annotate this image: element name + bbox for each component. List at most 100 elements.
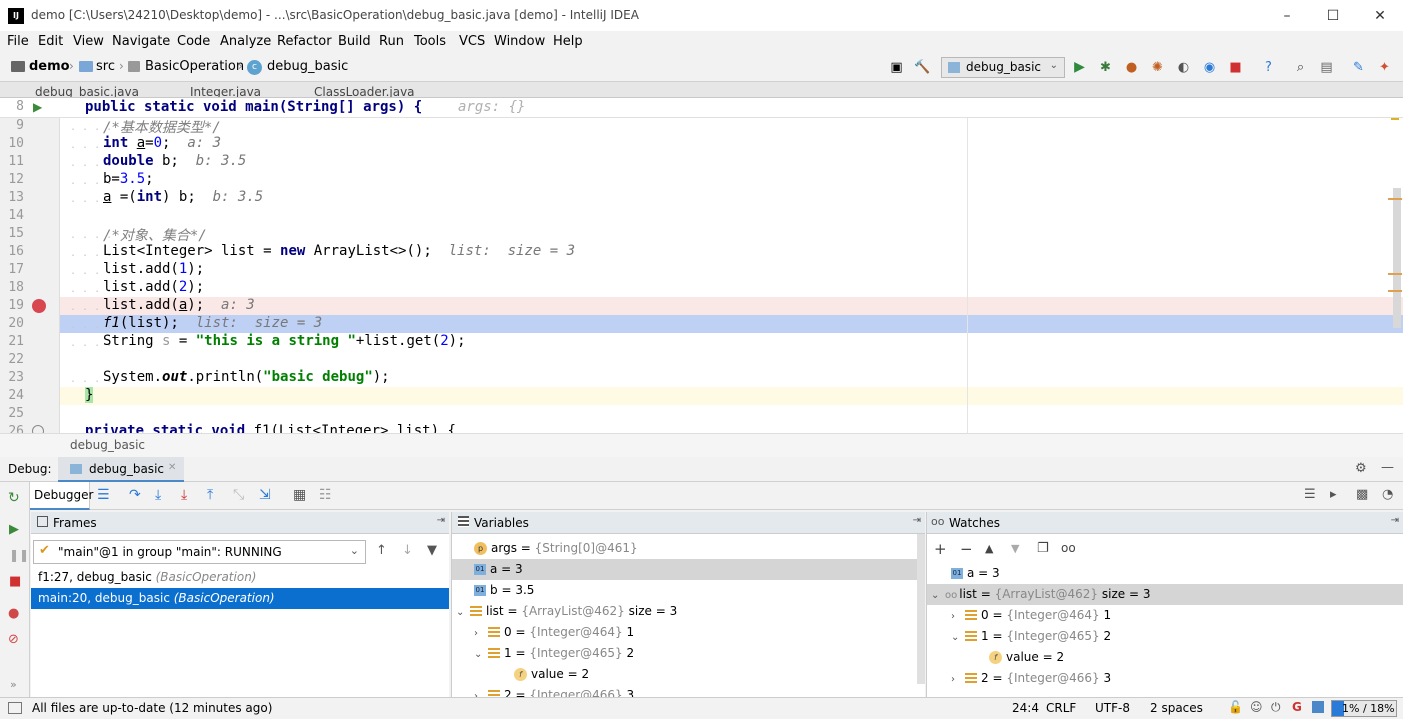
plugin-icon[interactable]: ✦ xyxy=(1376,59,1393,76)
run-dropdown-icon[interactable]: ◐ xyxy=(1175,59,1192,76)
minimize-icon[interactable]: – xyxy=(1277,6,1297,26)
run-gutter-icon[interactable]: ▶ xyxy=(33,100,42,114)
pin-icon[interactable]: ⇥ xyxy=(437,515,445,526)
menu-help[interactable]: Help xyxy=(553,34,583,49)
menu-run[interactable]: Run xyxy=(379,34,404,49)
run-configuration-select[interactable]: debug_basic ⌄ xyxy=(941,57,1065,78)
tool-windows-icon[interactable] xyxy=(8,702,22,714)
breadcrumb-class[interactable]: debug_basic xyxy=(267,59,348,74)
menu-analyze[interactable]: Analyze xyxy=(220,34,271,49)
debug-session-tab[interactable]: debug_basic ✕ xyxy=(58,457,184,482)
drop-frame-icon[interactable]: ⤡ xyxy=(233,487,244,503)
search-icon[interactable]: ⌕ xyxy=(1292,59,1309,76)
variable-row[interactable]: ⌄ 1 = {Integer@465} 2 xyxy=(452,643,925,664)
view-breakpoints-icon[interactable]: ● xyxy=(8,606,19,621)
maximize-icon[interactable]: ☐ xyxy=(1323,6,1343,26)
breadcrumb-package[interactable]: BasicOperation xyxy=(145,59,244,74)
variables-scrollbar[interactable] xyxy=(917,534,925,684)
override-icon[interactable] xyxy=(32,425,44,433)
watch-row[interactable]: ⌄ 1 = {Integer@465} 2 xyxy=(927,626,1403,647)
step-over-icon[interactable]: ↷ xyxy=(129,487,141,503)
caret-position[interactable]: 24:4 xyxy=(1012,701,1039,715)
evaluate-expression-icon[interactable]: ▦ xyxy=(293,487,306,503)
chevron-right-icon[interactable]: › xyxy=(951,606,965,627)
layout-icon[interactable]: ▣ xyxy=(888,59,905,76)
variable-row[interactable]: p args = {String[0]@461} xyxy=(452,538,925,559)
memory-indicator[interactable]: 1% / 18% xyxy=(1331,700,1397,717)
console-list-icon[interactable]: ☰ xyxy=(1304,487,1316,502)
translate-icon[interactable]: ✎ xyxy=(1350,59,1367,76)
watch-row[interactable]: f value = 2 xyxy=(927,647,1403,668)
menu-code[interactable]: Code xyxy=(177,34,210,49)
remove-watch-icon[interactable]: − xyxy=(960,540,973,558)
variable-row[interactable]: f value = 2 xyxy=(452,664,925,685)
menu-edit[interactable]: Edit xyxy=(38,34,63,49)
close-icon[interactable]: ✕ xyxy=(1370,6,1390,26)
editor-scrollbar[interactable] xyxy=(1393,188,1401,328)
plugin-status-icon[interactable] xyxy=(1312,701,1324,713)
chevron-down-icon[interactable]: ⌄ xyxy=(931,585,945,606)
move-up-icon[interactable]: ▲ xyxy=(985,542,993,555)
memory-view-icon[interactable]: ◔ xyxy=(1382,487,1393,502)
frame-row[interactable]: f1:27, debug_basic (BasicOperation) xyxy=(31,567,449,588)
stop-debug-icon[interactable]: ■ xyxy=(9,574,21,589)
frame-row-selected[interactable]: main:20, debug_basic (BasicOperation) xyxy=(31,588,449,609)
thread-select[interactable]: ✔ "main"@1 in group "main": RUNNING ⌄ xyxy=(33,540,366,564)
lock-icon[interactable]: 🔓 xyxy=(1228,700,1243,714)
debugger-tab[interactable]: Debugger xyxy=(30,482,93,510)
menu-build[interactable]: Build xyxy=(338,34,371,49)
arrow-up-icon[interactable]: ↑ xyxy=(376,543,387,558)
code-editor[interactable]: 9 10 11 12 13 14 15 16 17 18 19 20 21 22… xyxy=(0,98,1403,433)
arrow-down-icon[interactable]: ↓ xyxy=(402,543,413,558)
tab-debug-basic[interactable]: debug_basic.java xyxy=(35,85,139,97)
watch-row[interactable]: › 2 = {Integer@466} 3 xyxy=(927,668,1403,689)
duplicate-icon[interactable]: ❐ xyxy=(1037,541,1049,556)
tab-classloader[interactable]: ClassLoader.java xyxy=(314,85,415,97)
close-tab-icon[interactable]: ✕ xyxy=(168,462,176,473)
trace-icon[interactable]: ☷ xyxy=(319,487,332,503)
coverage-icon[interactable]: ● xyxy=(1123,59,1140,76)
menu-refactor[interactable]: Refactor xyxy=(277,34,332,49)
minimize-panel-icon[interactable]: — xyxy=(1381,460,1394,475)
breakpoint-icon[interactable] xyxy=(32,299,46,313)
pin-icon[interactable]: ⇥ xyxy=(913,515,921,526)
glasses-icon[interactable]: oo xyxy=(1061,541,1076,555)
filter-icon[interactable]: ▼ xyxy=(427,543,437,558)
editor-breadcrumb[interactable]: debug_basic xyxy=(70,438,145,452)
menu-file[interactable]: File xyxy=(7,34,29,49)
rerun-icon[interactable]: ↻ xyxy=(8,490,20,506)
variable-row[interactable]: 01 b = 3.5 xyxy=(452,580,925,601)
help-icon[interactable]: ? xyxy=(1260,59,1277,76)
stop-icon[interactable]: ■ xyxy=(1227,59,1244,76)
debug-bug-icon[interactable]: ✱ xyxy=(1097,59,1114,76)
variable-row-selected[interactable]: 01 a = 3 xyxy=(452,559,925,580)
force-step-into-icon[interactable]: ⤓ xyxy=(181,487,187,503)
variable-row[interactable]: › 0 = {Integer@464} 1 xyxy=(452,622,925,643)
show-execution-point-icon[interactable]: ☰ xyxy=(97,487,110,503)
gear-icon[interactable]: ⚙ xyxy=(1355,461,1367,476)
breadcrumb-src[interactable]: src xyxy=(96,59,115,74)
attach-icon[interactable]: ◉ xyxy=(1201,59,1218,76)
watch-row-selected[interactable]: ⌄ oo list = {ArrayList@462} size = 3 xyxy=(927,584,1403,605)
google-icon[interactable]: G xyxy=(1292,700,1302,714)
watch-row[interactable]: 01 a = 3 xyxy=(927,563,1403,584)
line-separator[interactable]: CRLF xyxy=(1046,701,1076,715)
menu-window[interactable]: Window xyxy=(494,34,545,49)
variable-row[interactable]: › 2 = {Integer@466} 3 xyxy=(452,685,925,697)
pin-icon[interactable]: ⇥ xyxy=(1391,515,1399,526)
sticky-method-header[interactable]: 8 ▶ public static void main(String[] arg… xyxy=(0,98,1403,118)
run-icon[interactable]: ▶ xyxy=(1071,59,1088,76)
chevron-down-icon[interactable]: ⌄ xyxy=(951,627,965,648)
watch-row[interactable]: › 0 = {Integer@464} 1 xyxy=(927,605,1403,626)
breadcrumb-demo[interactable]: demo xyxy=(29,59,70,74)
project-structure-icon[interactable]: ▤ xyxy=(1318,59,1335,76)
inspector-icon[interactable]: ☺ xyxy=(1250,700,1263,714)
chevron-down-icon[interactable]: ⌄ xyxy=(456,602,470,623)
power-icon[interactable]: ⏻ xyxy=(1271,700,1281,715)
indent-setting[interactable]: 2 spaces xyxy=(1150,701,1203,715)
file-encoding[interactable]: UTF-8 xyxy=(1095,701,1130,715)
variable-row[interactable]: ⌄ list = {ArrayList@462} size = 3 xyxy=(452,601,925,622)
chevron-right-icon[interactable]: › xyxy=(474,623,488,644)
menu-navigate[interactable]: Navigate xyxy=(112,34,170,49)
resume-icon[interactable]: ▶ xyxy=(9,522,19,537)
